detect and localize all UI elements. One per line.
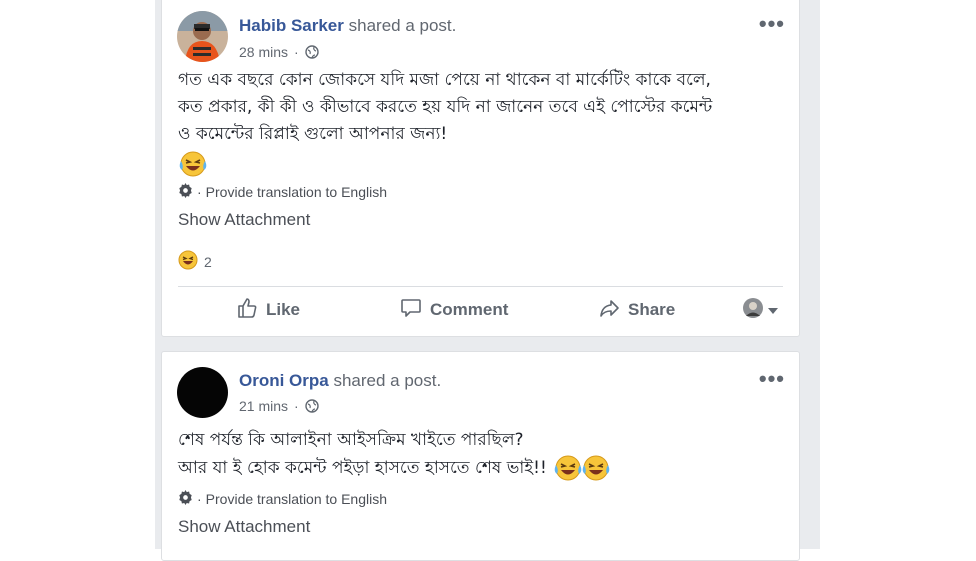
post-text-line: গত এক বছরে কোন জোকসে যদি মজা পেয়ে না থা…: [178, 70, 711, 90]
show-attachment-link[interactable]: Show Attachment: [178, 210, 310, 230]
gear-icon[interactable]: [178, 183, 193, 201]
news-feed: Habib Sarker shared a post. 28 mins · ••…: [155, 0, 820, 561]
avatar[interactable]: [177, 367, 228, 418]
avatar[interactable]: [177, 11, 228, 62]
haha-reaction-icon: [178, 250, 198, 273]
translation-row: · Provide translation to English: [178, 183, 387, 201]
post-body: শেষ পর্যন্ত কি আলাইনা আইসক্রিম খাইতে পার…: [178, 427, 788, 482]
avatar-photo: [177, 11, 228, 62]
post-header: Habib Sarker shared a post.: [239, 16, 456, 36]
post-action-text: shared a post.: [333, 371, 442, 390]
divider: [178, 286, 783, 287]
post-actions: Like Comment Share: [178, 295, 783, 325]
laughing-emoji-icon: [178, 150, 208, 178]
show-attachment-link[interactable]: Show Attachment: [178, 517, 310, 537]
timestamp[interactable]: 28 mins: [239, 44, 288, 60]
post-body: গত এক বছরে কোন জোকসে যদি মজা পেয়ে না থা…: [178, 67, 788, 178]
post-card: Oroni Orpa shared a post. 21 mins · ••• …: [161, 351, 800, 561]
author-name[interactable]: Habib Sarker: [239, 16, 344, 35]
post-text-line: আর যা ই হোক কমেন্ট পইড়া হাসতে হাসতে শেষ…: [178, 457, 547, 478]
comment-button[interactable]: Comment: [400, 297, 508, 324]
gear-icon[interactable]: [178, 490, 193, 508]
post-text-line: শেষ পর্যন্ত কি আলাইনা আইসক্রিম খাইতে পার…: [178, 430, 524, 450]
post-text-line: ও কমেন্টের রিপ্লাই গুলো আপনার জন্য!: [178, 124, 448, 144]
more-options-icon[interactable]: •••: [759, 13, 785, 35]
public-globe-icon[interactable]: [305, 399, 319, 413]
reactions-summary[interactable]: 2: [178, 250, 212, 273]
share-button[interactable]: Share: [598, 297, 675, 324]
comment-bubble-icon: [400, 297, 422, 324]
timestamp[interactable]: 21 mins: [239, 398, 288, 414]
like-button[interactable]: Like: [236, 297, 300, 324]
reaction-count: 2: [204, 253, 212, 270]
public-globe-icon[interactable]: [305, 45, 319, 59]
thumbs-up-icon: [236, 297, 258, 324]
post-card: Habib Sarker shared a post. 28 mins · ••…: [161, 0, 800, 337]
author-name[interactable]: Oroni Orpa: [239, 371, 329, 390]
share-label: Share: [628, 300, 676, 319]
post-meta: 21 mins ·: [239, 398, 319, 414]
post-action-text: shared a post.: [348, 16, 457, 35]
comment-label: Comment: [430, 300, 509, 319]
translation-link[interactable]: Provide translation to English: [206, 491, 387, 507]
like-label: Like: [266, 300, 301, 319]
laughing-emoji-icon: [581, 454, 611, 482]
chevron-down-icon: [768, 301, 778, 319]
translation-row: · Provide translation to English: [178, 490, 387, 508]
share-arrow-icon: [598, 297, 620, 324]
user-avatar-small: [743, 297, 763, 323]
translation-link[interactable]: Provide translation to English: [206, 184, 387, 200]
laughing-emoji-icon: [553, 454, 583, 482]
post-header: Oroni Orpa shared a post.: [239, 371, 441, 391]
post-text-line: কত প্রকার, কী কী ও কীভাবে করতে হয় যদি ন…: [178, 97, 713, 117]
audience-selector[interactable]: [743, 297, 778, 323]
post-meta: 28 mins ·: [239, 44, 319, 60]
more-options-icon[interactable]: •••: [759, 368, 785, 390]
